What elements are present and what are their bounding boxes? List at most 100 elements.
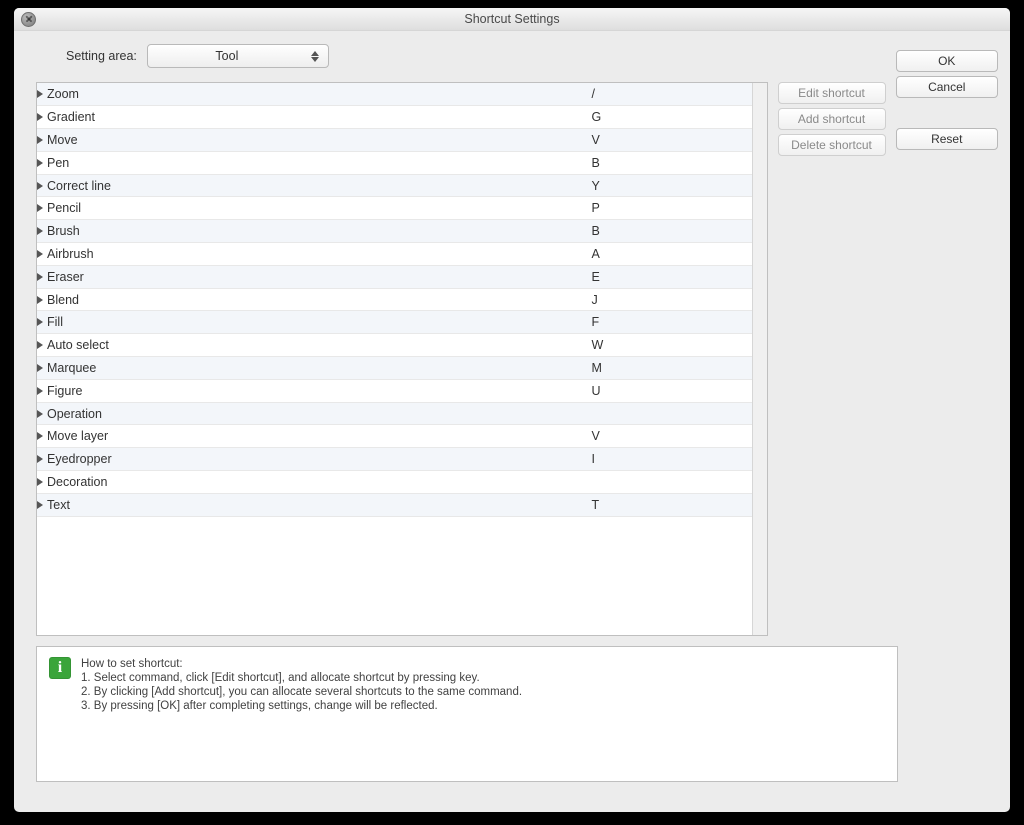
table-row[interactable]: Eyedropper I <box>37 448 752 471</box>
titlebar: Shortcut Settings <box>14 8 1010 31</box>
disclosure-arrow-icon[interactable] <box>37 250 43 258</box>
table-row[interactable]: Move layerV <box>37 425 752 448</box>
command-name: Move layer <box>47 429 108 443</box>
table-row[interactable]: PencilP <box>37 197 752 220</box>
shortcut-key-cell: W <box>592 334 752 357</box>
info-line: 1. Select command, click [Edit shortcut]… <box>81 671 522 685</box>
reset-button[interactable]: Reset <box>896 128 999 150</box>
table-row[interactable]: EraserE <box>37 265 752 288</box>
command-cell: Auto select <box>37 334 592 357</box>
command-cell: Fill <box>37 311 592 334</box>
command-name: Marquee <box>47 361 96 375</box>
command-cell: Move <box>37 129 592 152</box>
setting-area-value: Tool <box>148 49 306 63</box>
command-name: Brush <box>47 224 80 238</box>
command-name: Fill <box>47 315 63 329</box>
disclosure-arrow-icon[interactable] <box>37 501 43 509</box>
table-row[interactable]: Correct lineY <box>37 174 752 197</box>
command-cell: Eraser <box>37 265 592 288</box>
shortcut-settings-window: Shortcut Settings Setting area: Tool Zoo… <box>14 8 1010 812</box>
cancel-button[interactable]: Cancel <box>896 76 999 98</box>
disclosure-arrow-icon[interactable] <box>37 432 43 440</box>
shortcut-key-cell: B <box>592 151 752 174</box>
disclosure-arrow-icon[interactable] <box>37 113 43 121</box>
shortcut-key-cell: M <box>592 357 752 380</box>
table-row[interactable]: Auto select W <box>37 334 752 357</box>
command-name: Auto select <box>47 338 109 352</box>
disclosure-arrow-icon[interactable] <box>37 227 43 235</box>
command-cell: Airbrush <box>37 243 592 266</box>
command-cell: Gradient <box>37 106 592 129</box>
table-row[interactable]: Operation <box>37 402 752 425</box>
edit-shortcut-button[interactable]: Edit shortcut <box>778 82 886 104</box>
command-cell: Zoom <box>37 83 592 106</box>
shortcut-key-cell: V <box>592 129 752 152</box>
info-line: 3. By pressing [OK] after completing set… <box>81 699 522 713</box>
info-title: How to set shortcut: <box>81 657 522 671</box>
shortcut-key-cell: P <box>592 197 752 220</box>
disclosure-arrow-icon[interactable] <box>37 273 43 281</box>
command-cell: Figure <box>37 379 592 402</box>
command-name: Gradient <box>47 110 95 124</box>
disclosure-arrow-icon[interactable] <box>37 341 43 349</box>
table-row[interactable]: Decoration <box>37 471 752 494</box>
command-name: Text <box>47 498 70 512</box>
disclosure-arrow-icon[interactable] <box>37 159 43 167</box>
shortcut-table-container: Zoom/GradientGMoveVPenBCorrect lineYPenc… <box>36 82 768 636</box>
shortcut-key-cell: A <box>592 243 752 266</box>
disclosure-arrow-icon[interactable] <box>37 182 43 190</box>
command-name: Decoration <box>47 475 107 489</box>
disclosure-arrow-icon[interactable] <box>37 90 43 98</box>
disclosure-arrow-icon[interactable] <box>37 204 43 212</box>
add-shortcut-button[interactable]: Add shortcut <box>778 108 886 130</box>
disclosure-arrow-icon[interactable] <box>37 410 43 418</box>
info-icon: i <box>49 657 71 679</box>
command-cell: Brush <box>37 220 592 243</box>
command-name: Move <box>47 133 78 147</box>
shortcut-key-cell <box>592 471 752 494</box>
command-name: Eyedropper <box>47 452 112 466</box>
scrollbar[interactable] <box>752 83 767 635</box>
table-row[interactable]: Pen B <box>37 151 752 174</box>
command-cell: Marquee <box>37 357 592 380</box>
table-row[interactable]: AirbrushA <box>37 243 752 266</box>
table-row[interactable]: TextT <box>37 493 752 516</box>
table-row[interactable]: Fill F <box>37 311 752 334</box>
shortcut-key-cell: I <box>592 448 752 471</box>
command-cell: Correct line <box>37 174 592 197</box>
command-name: Pen <box>47 156 69 170</box>
shortcut-table[interactable]: Zoom/GradientGMoveVPenBCorrect lineYPenc… <box>37 83 752 517</box>
command-cell: Pen <box>37 151 592 174</box>
command-cell: Eyedropper <box>37 448 592 471</box>
command-name: Figure <box>47 384 82 398</box>
command-cell: Operation <box>37 402 592 425</box>
disclosure-arrow-icon[interactable] <box>37 296 43 304</box>
shortcut-key-cell: / <box>592 83 752 106</box>
table-row[interactable]: Move V <box>37 129 752 152</box>
ok-button[interactable]: OK <box>896 50 999 72</box>
table-row[interactable]: Zoom/ <box>37 83 752 106</box>
table-row[interactable]: Figure U <box>37 379 752 402</box>
disclosure-arrow-icon[interactable] <box>37 318 43 326</box>
shortcut-key-cell: G <box>592 106 752 129</box>
table-row[interactable]: BlendJ <box>37 288 752 311</box>
table-row[interactable]: BrushB <box>37 220 752 243</box>
setting-area-select[interactable]: Tool <box>147 44 329 68</box>
disclosure-arrow-icon[interactable] <box>37 478 43 486</box>
disclosure-arrow-icon[interactable] <box>37 455 43 463</box>
disclosure-arrow-icon[interactable] <box>37 136 43 144</box>
shortcut-key-cell: F <box>592 311 752 334</box>
command-cell: Move layer <box>37 425 592 448</box>
stepper-arrows-icon <box>306 51 324 62</box>
delete-shortcut-button[interactable]: Delete shortcut <box>778 134 886 156</box>
shortcut-key-cell: E <box>592 265 752 288</box>
chevron-down-icon <box>311 57 319 62</box>
disclosure-arrow-icon[interactable] <box>37 364 43 372</box>
table-row[interactable]: Marquee M <box>37 357 752 380</box>
shortcut-key-cell: U <box>592 379 752 402</box>
info-line: 2. By clicking [Add shortcut], you can a… <box>81 685 522 699</box>
window-title: Shortcut Settings <box>14 12 1010 26</box>
disclosure-arrow-icon[interactable] <box>37 387 43 395</box>
command-name: Correct line <box>47 179 111 193</box>
table-row[interactable]: Gradient G <box>37 106 752 129</box>
